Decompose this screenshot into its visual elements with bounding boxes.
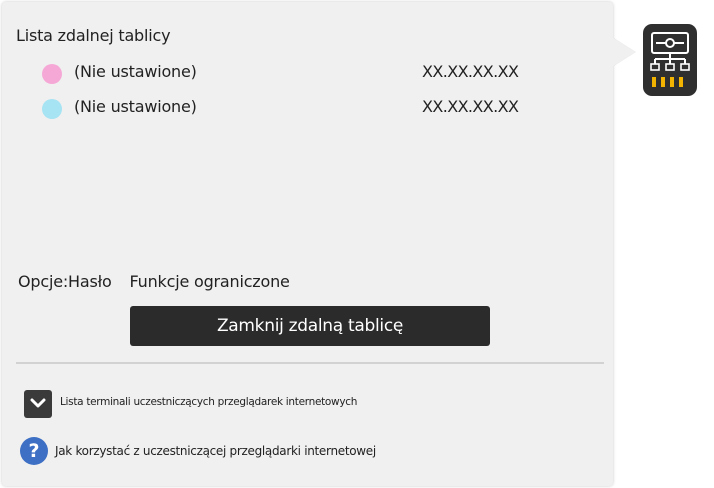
expand-participants-button[interactable] [24,390,52,418]
remote-board-app-button[interactable] [643,24,697,96]
board-name: (Nie ustawione) [74,62,197,81]
options-label: Opcje:Hasło [18,272,112,291]
options-line: Opcje:Hasło Funkcje ograniczone [18,272,290,291]
board-ip-address: XX.XX.XX.XX [422,97,519,116]
help-link[interactable]: Jak korzystać z uczestniczącej przegląda… [55,444,376,458]
board-name: (Nie ustawione) [74,97,197,116]
options-value: Funkcje ograniczone [129,272,290,291]
panel-title: Lista zdalnej tablicy [16,26,171,45]
close-remote-board-button[interactable]: Zamknij zdalną tablicę [130,306,490,346]
remote-board-panel: Lista zdalnej tablicy (Nie ustawione) XX… [2,2,613,486]
divider [16,362,604,364]
chevron-down-icon [30,398,46,408]
board-list-item[interactable]: (Nie ustawione) XX.XX.XX.XX [42,97,522,119]
participants-list-label: Lista terminali uczestniczących przegląd… [60,396,358,408]
remote-board-network-icon [650,32,690,87]
panel-pointer [613,38,635,66]
question-icon[interactable]: ? [20,437,48,465]
board-ip-address: XX.XX.XX.XX [422,62,519,81]
board-color-dot [42,99,62,119]
board-list-item[interactable]: (Nie ustawione) XX.XX.XX.XX [42,62,522,84]
board-color-dot [42,64,62,84]
